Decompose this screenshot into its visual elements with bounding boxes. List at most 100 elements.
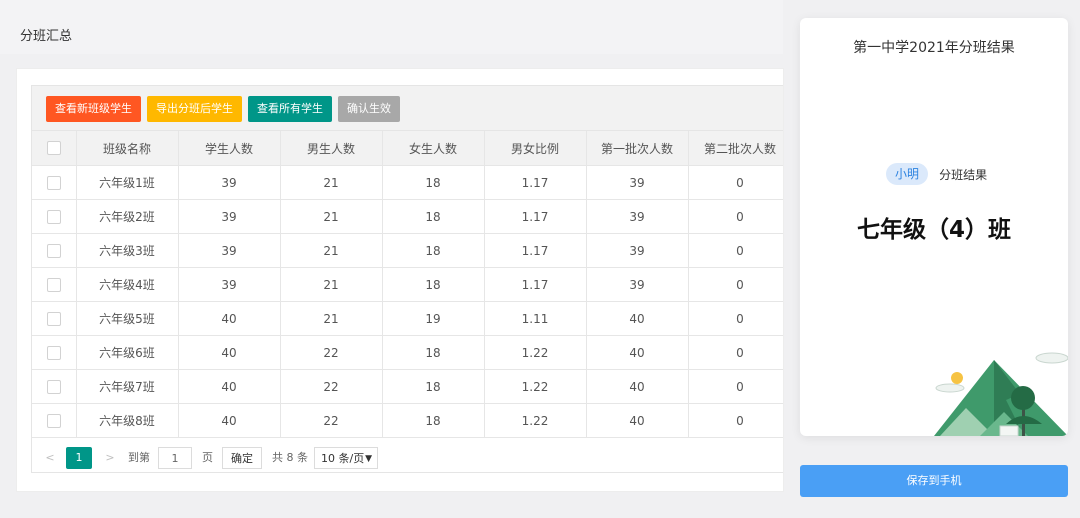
table-row[interactable]: 六年级7班 40 22 18 1.22 40 0	[32, 369, 783, 404]
table-cell: 六年级8班	[76, 403, 179, 438]
table-row[interactable]: 六年级4班 39 21 18 1.17 39 0	[32, 267, 783, 302]
view-new-class-students-button[interactable]: 查看新班级学生	[46, 96, 141, 122]
chevron-down-icon: ▼	[365, 454, 372, 464]
table-body: 六年级1班 39 21 18 1.17 39 0 六年级2班 39 21 18 1.17 39 0 六年级3…	[32, 165, 783, 438]
table-cell: 0	[688, 233, 783, 268]
table-row[interactable]: 六年级6班 40 22 18 1.22 40 0	[32, 335, 783, 370]
row-checkbox[interactable]	[46, 243, 61, 258]
table-cell: 40	[586, 403, 689, 438]
select-all-checkbox[interactable]	[46, 141, 61, 156]
column-header[interactable]: 男生人数	[280, 131, 383, 166]
row-checkbox[interactable]	[46, 175, 61, 190]
table-cell: 19	[382, 301, 485, 336]
view-all-students-button[interactable]: 查看所有学生	[248, 96, 332, 122]
page-label: 页	[202, 451, 213, 464]
goto-page-input[interactable]: 1	[158, 447, 192, 469]
table-cell: 六年级1班	[76, 165, 179, 200]
table-cell: 39	[586, 199, 689, 234]
table-cell: 40	[586, 369, 689, 404]
table-cell: 1.17	[484, 199, 587, 234]
result-card: 第一中学2021年分班结果 小明 分班结果 七年级（4）班	[800, 18, 1068, 436]
row-select-cell	[32, 403, 77, 438]
row-checkbox[interactable]	[46, 379, 61, 394]
mountain-illustration	[934, 352, 1068, 436]
result-label: 分班结果	[939, 167, 988, 182]
confirm-effect-button[interactable]: 确认生效	[338, 96, 400, 122]
page-title: 分班汇总	[0, 0, 783, 54]
column-header[interactable]: 班级名称	[76, 131, 179, 166]
table-cell: 0	[688, 199, 783, 234]
table-cell: 18	[382, 233, 485, 268]
table-cell: 39	[178, 199, 281, 234]
row-select-cell	[32, 267, 77, 302]
row-select-cell	[32, 335, 77, 370]
table-cell: 0	[688, 403, 783, 438]
row-checkbox[interactable]	[46, 311, 61, 326]
table-cell: 21	[280, 165, 383, 200]
goto-confirm-button[interactable]: 确定	[222, 447, 262, 469]
table-cell: 1.22	[484, 369, 587, 404]
column-header[interactable]: 第二批次人数	[688, 131, 783, 166]
result-title: 第一中学2021年分班结果	[853, 40, 1015, 56]
table-cell: 六年级2班	[76, 199, 179, 234]
result-tagline: 小明 分班结果	[886, 163, 987, 185]
table-cell: 40	[178, 403, 281, 438]
row-select-cell	[32, 199, 77, 234]
table-row[interactable]: 六年级5班 40 21 19 1.11 40 0	[32, 301, 783, 336]
row-checkbox[interactable]	[46, 277, 61, 292]
table-cell: 39	[178, 165, 281, 200]
assigned-class: 七年级（4）班	[856, 217, 1011, 243]
pagination: < 1 > 到第 1 页 确定 共 8 条 10 条/页 ▼	[32, 442, 783, 472]
page-size-select[interactable]: 10 条/页 ▼	[314, 447, 378, 469]
table-row[interactable]: 六年级2班 39 21 18 1.17 39 0	[32, 199, 783, 234]
table-cell: 21	[280, 233, 383, 268]
table-cell: 39	[586, 233, 689, 268]
save-to-phone-button[interactable]: 保存到手机	[800, 465, 1068, 497]
row-checkbox[interactable]	[46, 209, 61, 224]
page-size-value: 10 条/页	[321, 452, 365, 465]
current-page-button[interactable]: 1	[66, 447, 92, 469]
total-count: 共 8 条	[272, 451, 308, 464]
student-name-badge: 小明	[886, 163, 929, 185]
table-row[interactable]: 六年级1班 39 21 18 1.17 39 0	[32, 165, 783, 200]
table-cell: 六年级7班	[76, 369, 179, 404]
column-header[interactable]: 女生人数	[382, 131, 485, 166]
class-summary-table: 查看新班级学生 导出分班后学生 查看所有学生 确认生效 班级名称 学生人数 男生…	[31, 85, 783, 473]
table-cell: 0	[688, 267, 783, 302]
table-cell: 21	[280, 267, 383, 302]
table-cell: 22	[280, 335, 383, 370]
table-cell: 40	[178, 301, 281, 336]
export-students-button[interactable]: 导出分班后学生	[147, 96, 242, 122]
data-table: 班级名称 学生人数 男生人数 女生人数 男女比例 第一批次人数 第二批次人数 六…	[32, 131, 783, 438]
row-select-cell	[32, 301, 77, 336]
table-cell: 39	[178, 267, 281, 302]
column-header[interactable]: 学生人数	[178, 131, 281, 166]
table-cell: 六年级4班	[76, 267, 179, 302]
row-select-cell	[32, 165, 77, 200]
table-cell: 40	[586, 335, 689, 370]
table-cell: 22	[280, 403, 383, 438]
next-page-button[interactable]: >	[104, 447, 116, 469]
table-cell: 0	[688, 301, 783, 336]
table-cell: 18	[382, 403, 485, 438]
table-cell: 六年级5班	[76, 301, 179, 336]
table-cell: 0	[688, 335, 783, 370]
row-checkbox[interactable]	[46, 345, 61, 360]
summary-panel: 查看新班级学生 导出分班后学生 查看所有学生 确认生效 班级名称 学生人数 男生…	[16, 68, 784, 492]
table-cell: 22	[280, 369, 383, 404]
table-cell: 0	[688, 165, 783, 200]
table-cell: 40	[178, 369, 281, 404]
column-header[interactable]: 男女比例	[484, 131, 587, 166]
table-cell: 18	[382, 165, 485, 200]
prev-page-button[interactable]: <	[44, 447, 56, 469]
table-cell: 18	[382, 267, 485, 302]
table-row[interactable]: 六年级8班 40 22 18 1.22 40 0	[32, 403, 783, 438]
column-header[interactable]: 第一批次人数	[586, 131, 689, 166]
table-cell: 1.22	[484, 403, 587, 438]
table-row[interactable]: 六年级3班 39 21 18 1.17 39 0	[32, 233, 783, 268]
row-checkbox[interactable]	[46, 413, 61, 428]
table-cell: 18	[382, 335, 485, 370]
table-cell: 39	[586, 165, 689, 200]
select-all-cell	[32, 131, 77, 166]
table-cell: 0	[688, 369, 783, 404]
